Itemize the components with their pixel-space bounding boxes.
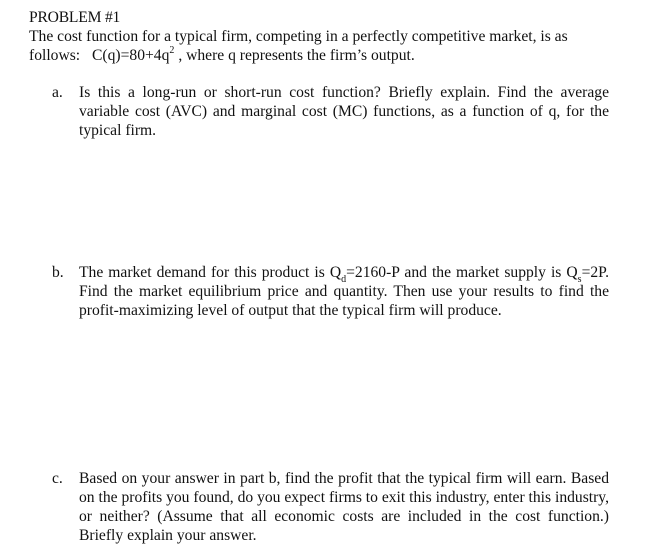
question-b: b. The market demand for this product is…: [52, 263, 612, 320]
question-text-part-1: The market demand for this product is Q: [79, 264, 342, 281]
question-a: a. Is this a long-run or short-run cost …: [52, 83, 612, 140]
question-text: Is this a long-run or short-run cost fun…: [79, 84, 609, 139]
question-letter: a.: [52, 84, 63, 101]
question-c: c. Based on your answer in part b, find …: [52, 469, 612, 545]
question-text-part-2: =2160-P and the market supply is Q: [346, 264, 578, 281]
cost-function-exponent: 2: [169, 44, 175, 56]
intro-line-1: The cost function for a typical firm, co…: [29, 28, 568, 45]
question-text: The market demand for this product is Qd…: [79, 263, 609, 320]
question-text: Based on your answer in part b, find the…: [79, 470, 609, 544]
cost-function-formula: C(q)=80+4q2: [92, 44, 175, 64]
problem-title: PROBLEM #1: [29, 9, 121, 26]
cost-function-base: C(q)=80+4q: [92, 47, 170, 64]
supply-subscript: s: [577, 274, 582, 286]
question-letter: b.: [52, 264, 64, 281]
problem-intro: The cost function for a typical firm, co…: [29, 27, 629, 65]
intro-line-2-prefix: follows:: [29, 47, 81, 64]
demand-subscript: d: [341, 274, 347, 286]
question-letter: c.: [52, 470, 63, 487]
intro-line-2-suffix: , where q represents the firm’s output.: [178, 47, 415, 64]
